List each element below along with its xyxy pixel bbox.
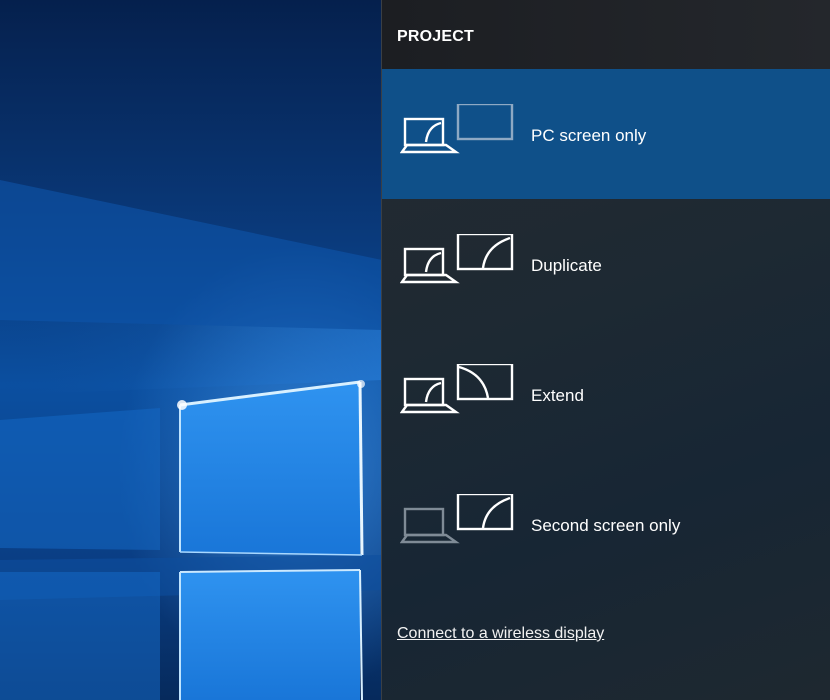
monitor-icon [456, 492, 514, 531]
option-extend[interactable]: Extend [382, 329, 830, 459]
flyout-header: PROJECT [382, 0, 830, 69]
windows-logo-light-beams [0, 180, 382, 700]
option-second-screen-only[interactable]: Second screen only [382, 459, 830, 589]
monitor-icon [456, 102, 514, 141]
option-label: Second screen only [531, 516, 681, 535]
laptop-icon [399, 377, 460, 414]
connect-wireless-display-link[interactable]: Connect to a wireless display [397, 625, 604, 643]
monitor-icon [456, 362, 514, 401]
second-screen-only-icon [399, 492, 520, 559]
laptop-icon [399, 117, 460, 154]
pc-screen-only-icon [399, 102, 520, 169]
project-flyout: PROJECT PC screen only Duplicate Extend … [381, 0, 830, 700]
monitor-icon [456, 232, 514, 271]
desktop-wallpaper [0, 0, 382, 700]
laptop-icon [399, 247, 460, 284]
option-label: Duplicate [531, 256, 602, 275]
flyout-title: PROJECT [397, 28, 474, 45]
extend-icon [399, 362, 520, 429]
duplicate-icon [399, 232, 520, 299]
laptop-icon [399, 507, 460, 544]
option-duplicate[interactable]: Duplicate [382, 199, 830, 329]
option-pc-screen-only[interactable]: PC screen only [382, 69, 830, 199]
option-label: Extend [531, 386, 584, 405]
option-label: PC screen only [531, 126, 647, 145]
